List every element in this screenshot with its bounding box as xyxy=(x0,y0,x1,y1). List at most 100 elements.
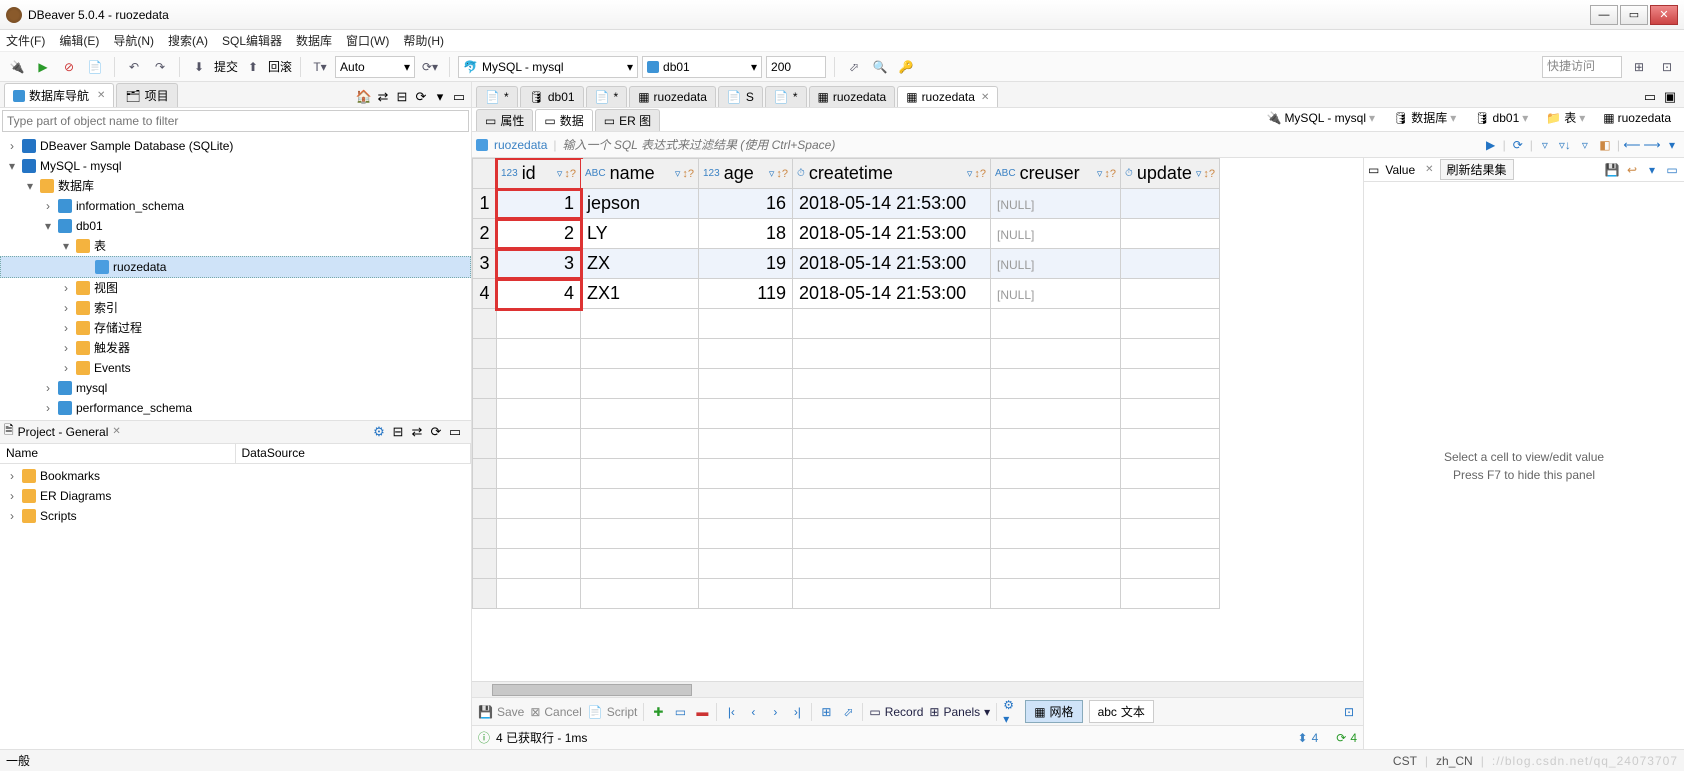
editor-tab[interactable]: ▦ruozedata xyxy=(809,86,896,107)
subtab-ER 图[interactable]: ▭ER 图 xyxy=(595,109,660,131)
menu-文件(F)[interactable]: 文件(F) xyxy=(6,32,45,49)
breadcrumb-item[interactable]: 📁表 ▾ xyxy=(1539,106,1592,129)
cell-update[interactable] xyxy=(1121,279,1220,309)
collapse-icon[interactable]: ⊟ xyxy=(390,424,406,440)
min-icon[interactable]: ▭ xyxy=(1664,162,1680,178)
sort-icon[interactable]: ↕? xyxy=(1203,168,1215,180)
apply-filter-icon[interactable]: ▶ xyxy=(1483,137,1499,153)
run-icon[interactable]: ▶ xyxy=(32,56,54,78)
breadcrumb-item[interactable]: 🛢db01 ▾ xyxy=(1467,108,1535,128)
twisty-icon[interactable]: › xyxy=(60,319,72,337)
sql-filter-input[interactable] xyxy=(563,138,1477,152)
table-row[interactable]: 11jepson162018-05-14 21:53:00[NULL] xyxy=(473,189,1220,219)
rollback-icon[interactable]: ⬆ xyxy=(242,56,264,78)
twisty-icon[interactable]: › xyxy=(60,359,72,377)
cell-name[interactable]: jepson xyxy=(581,189,699,219)
menu-导航(N)[interactable]: 导航(N) xyxy=(113,32,154,49)
sql-editor-icon[interactable]: 📄 xyxy=(84,56,106,78)
cell-update[interactable] xyxy=(1121,219,1220,249)
cell-createtime[interactable]: 2018-05-14 21:53:00 xyxy=(793,249,991,279)
row-limit-input[interactable] xyxy=(766,56,826,78)
filter2-icon[interactable]: ▿↓ xyxy=(1557,137,1573,153)
tab-db-navigator[interactable]: 数据库导航 ✕ xyxy=(4,83,114,107)
tx-auto-dropdown[interactable]: Auto ▾ xyxy=(335,56,415,78)
cell-creuser[interactable]: [NULL] xyxy=(991,249,1121,279)
subtab-数据[interactable]: ▭数据 xyxy=(535,109,592,131)
cell-age[interactable]: 16 xyxy=(699,189,793,219)
twisty-icon[interactable]: › xyxy=(6,507,18,525)
delete-row-icon[interactable]: ▬ xyxy=(694,704,710,720)
maximize-button[interactable]: ▭ xyxy=(1620,5,1648,25)
menu-窗口(W)[interactable]: 窗口(W) xyxy=(346,32,389,49)
tree-node-存储过程[interactable]: ›存储过程 xyxy=(0,318,471,338)
last-icon[interactable]: ›| xyxy=(789,704,805,720)
twisty-icon[interactable] xyxy=(79,258,91,276)
project-item-ER Diagrams[interactable]: ›ER Diagrams xyxy=(0,486,471,506)
sort-icon[interactable]: ↕? xyxy=(682,168,694,180)
twisty-icon[interactable]: › xyxy=(60,299,72,317)
cell-creuser[interactable]: [NULL] xyxy=(991,219,1121,249)
twisty-icon[interactable]: › xyxy=(42,379,54,397)
cell-age[interactable]: 18 xyxy=(699,219,793,249)
twisty-icon[interactable]: ▾ xyxy=(6,157,18,175)
filter3-icon[interactable]: ▿ xyxy=(1577,137,1593,153)
perspective2-icon[interactable]: ⊡ xyxy=(1656,56,1678,78)
close-button[interactable]: ✕ xyxy=(1650,5,1678,25)
cell-createtime[interactable]: 2018-05-14 21:53:00 xyxy=(793,219,991,249)
export-icon[interactable]: ⬀ xyxy=(843,56,865,78)
breadcrumb-item[interactable]: 🛢数据库 ▾ xyxy=(1386,106,1463,129)
rollback-label[interactable]: 回滚 xyxy=(268,58,292,75)
first-icon[interactable]: |‹ xyxy=(723,704,739,720)
cell-creuser[interactable]: [NULL] xyxy=(991,189,1121,219)
tab-project[interactable]: 🗂 项目 xyxy=(116,83,177,107)
prev-icon[interactable]: ‹ xyxy=(745,704,761,720)
table-row[interactable]: 22LY182018-05-14 21:53:00[NULL] xyxy=(473,219,1220,249)
row-number[interactable]: 3 xyxy=(473,249,497,279)
cell-id[interactable]: 2 xyxy=(497,219,581,249)
cell-age[interactable]: 119 xyxy=(699,279,793,309)
sort-icon[interactable]: ↕? xyxy=(776,168,788,180)
gear-icon[interactable]: ⚙ ▾ xyxy=(1003,704,1019,720)
quick-access[interactable]: 快捷访问 xyxy=(1542,56,1622,78)
column-header-update[interactable]: ⏱update▿↕? xyxy=(1121,159,1220,189)
twisty-icon[interactable]: › xyxy=(42,399,54,417)
close-icon[interactable]: ✕ xyxy=(981,92,989,103)
refresh-icon[interactable]: ⟳ xyxy=(428,424,444,440)
tree-node-information_schema[interactable]: ›information_schema xyxy=(0,196,471,216)
breadcrumb-item[interactable]: ▦ruozedata xyxy=(1596,108,1678,128)
col-datasource[interactable]: DataSource xyxy=(236,444,472,463)
tree-node-索引[interactable]: ›索引 xyxy=(0,298,471,318)
project-item-Scripts[interactable]: ›Scripts xyxy=(0,506,471,526)
tree-node-db01[interactable]: ▾db01 xyxy=(0,216,471,236)
cell-age[interactable]: 19 xyxy=(699,249,793,279)
tree-node-表[interactable]: ▾表 xyxy=(0,236,471,256)
tree-node-Events[interactable]: ›Events xyxy=(0,358,471,378)
keys-icon[interactable]: 🔑 xyxy=(895,56,917,78)
close-icon[interactable]: ✕ xyxy=(1425,164,1433,175)
more-icon[interactable]: ▾ xyxy=(1664,137,1680,153)
revert-icon[interactable]: ↩ xyxy=(1624,162,1640,178)
collapse-icon[interactable]: ⊟ xyxy=(394,89,410,105)
undo-icon[interactable]: ↶ xyxy=(123,56,145,78)
editor-tab[interactable]: 📄* xyxy=(586,86,628,107)
editor-tab[interactable]: 📄 S xyxy=(718,86,763,107)
twisty-icon[interactable]: ▾ xyxy=(60,237,72,255)
tree-node-ruozedata[interactable]: ruozedata xyxy=(0,256,471,278)
stop-icon[interactable]: ⊘ xyxy=(58,56,80,78)
home-icon[interactable]: 🏠 xyxy=(356,89,372,105)
cell-name[interactable]: ZX xyxy=(581,249,699,279)
column-header-createtime[interactable]: ⏱createtime▿↕? xyxy=(793,159,991,189)
close-icon[interactable]: ✕ xyxy=(97,90,105,101)
twisty-icon[interactable]: › xyxy=(6,137,18,155)
tree-node-mysql[interactable]: ›mysql xyxy=(0,378,471,398)
tree-node-数据库[interactable]: ▾数据库 xyxy=(0,176,471,196)
link-icon[interactable]: ⇄ xyxy=(409,424,425,440)
tx-mode-icon[interactable]: T▾ xyxy=(309,56,331,78)
min-view-icon[interactable]: ▭ xyxy=(451,89,467,105)
twisty-icon[interactable]: › xyxy=(60,339,72,357)
table-row[interactable]: 33ZX192018-05-14 21:53:00[NULL] xyxy=(473,249,1220,279)
column-header-name[interactable]: ABCname▿↕? xyxy=(581,159,699,189)
refresh-icon[interactable]: ⟳ xyxy=(1510,137,1526,153)
row-number[interactable]: 2 xyxy=(473,219,497,249)
more-icon[interactable]: ▾ xyxy=(1644,162,1660,178)
